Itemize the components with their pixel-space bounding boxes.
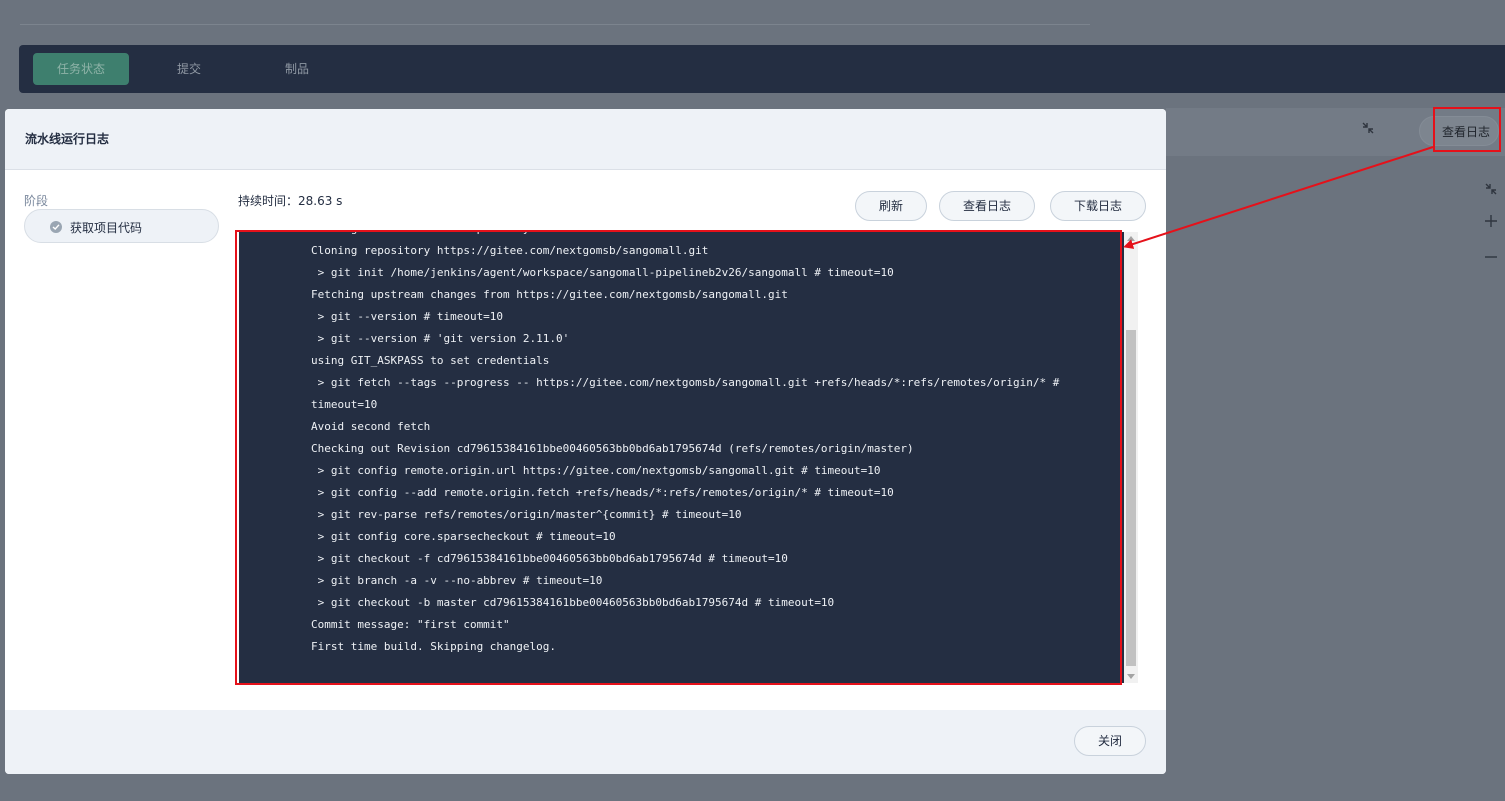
modal-footer: 关闭 (5, 710, 1166, 774)
scroll-thumb[interactable] (1126, 330, 1136, 666)
modal-header: 流水线运行日志 (5, 109, 1166, 170)
stage-item[interactable]: 获取项目代码 (24, 209, 219, 243)
annotation-highlight-box (1433, 107, 1501, 152)
tab-task-status[interactable]: 任务状态 (33, 53, 129, 85)
zoom-out-icon[interactable] (1482, 248, 1500, 267)
tab-artifacts[interactable]: 制品 (277, 53, 317, 85)
stage-name: 获取项目代码 (70, 221, 143, 235)
tab-commits[interactable]: 提交 (169, 53, 209, 85)
download-log-button[interactable]: 下载日志 (1050, 191, 1146, 221)
tab-bar: 任务状态 提交 制品 (19, 45, 1505, 93)
background-divider (20, 24, 1090, 25)
view-log-button[interactable]: 查看日志 (939, 191, 1035, 221)
logo-icon (516, 0, 534, 4)
duration-label: 持续时间： (238, 194, 299, 208)
annotation-highlight-box (235, 230, 1122, 685)
check-icon (50, 221, 62, 233)
modal-title: 流水线运行日志 (25, 132, 110, 146)
fullscreen-icon[interactable] (1482, 180, 1500, 199)
duration-value: 28.63 s (298, 194, 343, 208)
scroll-up-arrow[interactable] (1127, 236, 1135, 241)
stage-heading: 阶段 (24, 194, 49, 208)
refresh-button[interactable]: 刷新 (855, 191, 927, 221)
fullscreen-icon[interactable] (1362, 122, 1378, 138)
zoom-in-icon[interactable] (1482, 212, 1500, 231)
log-scrollbar[interactable] (1124, 232, 1138, 683)
close-button[interactable]: 关闭 (1074, 726, 1146, 756)
scroll-down-arrow[interactable] (1127, 674, 1135, 679)
duration: 持续时间：28.63 s (238, 192, 342, 209)
